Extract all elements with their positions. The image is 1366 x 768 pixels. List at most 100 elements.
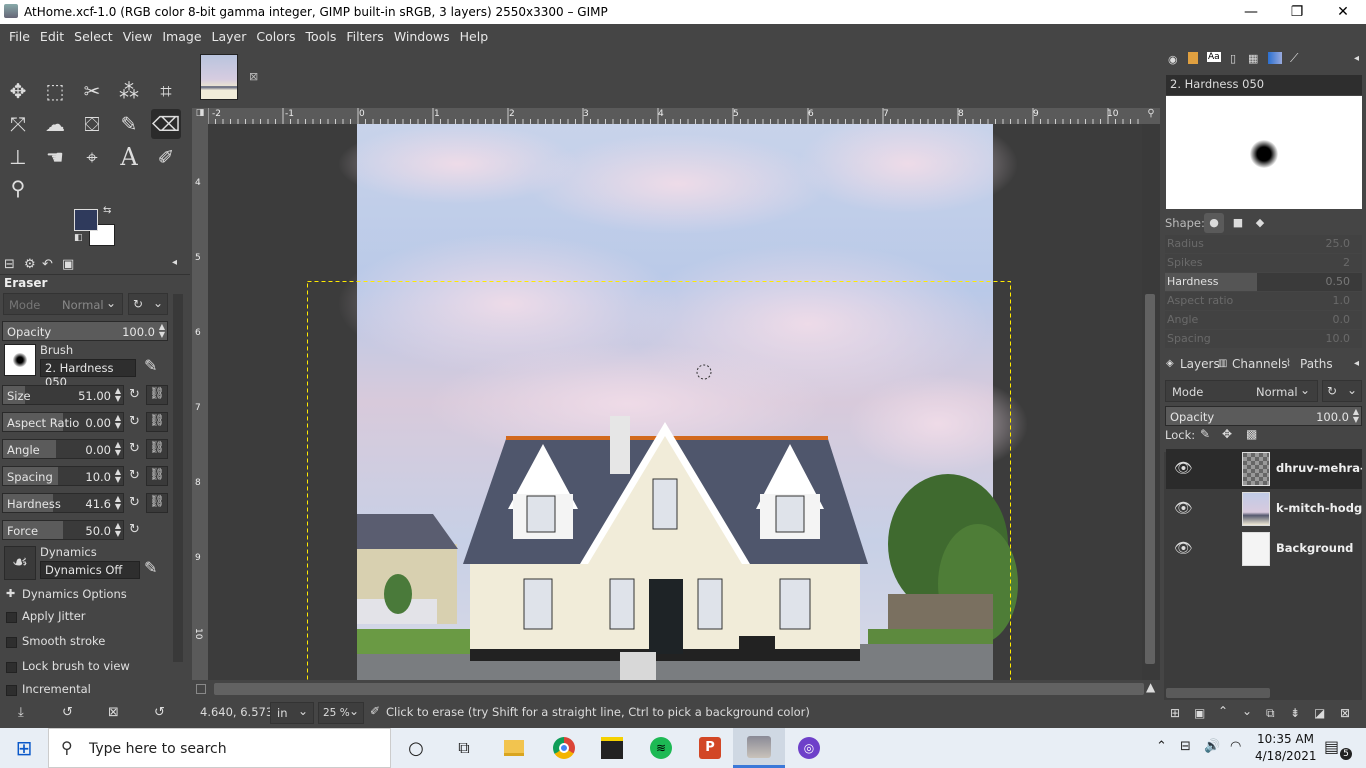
spin-icon[interactable]: ▲ ▼ [115, 441, 121, 457]
text-tool-icon[interactable]: A [114, 142, 144, 172]
layer-row[interactable]: 👁 Background [1166, 529, 1362, 569]
layer-mode-dropdown[interactable]: Mode Normal ⌄ [1165, 380, 1318, 402]
eye-visibility-icon[interactable]: 👁 [1174, 459, 1193, 477]
apply-jitter-checkbox[interactable] [6, 612, 17, 623]
link-angle-chain-icon[interactable]: ⛓ [146, 439, 168, 459]
layer-mode-reset-button[interactable]: ↻ ⌄ [1322, 380, 1362, 402]
spin-icon[interactable]: ▲ ▼ [115, 522, 121, 538]
circle-shape-icon[interactable]: ● [1204, 213, 1224, 233]
configure-tab-icon[interactable]: ◂ [1354, 358, 1359, 369]
tool-options-tab-icon[interactable]: ⊟ [4, 257, 15, 272]
square-shape-icon[interactable]: ■ [1228, 213, 1248, 233]
document-history-tab-icon[interactable]: ▯ [1230, 52, 1236, 65]
gimp-taskbar-button[interactable] [733, 728, 785, 768]
file-explorer-icon[interactable] [500, 734, 528, 762]
link-spacing-chain-icon[interactable]: ⛓ [146, 466, 168, 486]
default-colors-icon[interactable]: ◧ [74, 233, 83, 243]
layer-row[interactable]: 👁 k-mitch-hodge- [1166, 489, 1362, 529]
spacing-slider[interactable]: Spacing 10.0 ▲ ▼ [2, 466, 124, 486]
delete-options-icon[interactable]: ⊠ [108, 705, 119, 720]
mode-dropdown[interactable]: Mode Normal ⌄ [3, 293, 123, 315]
cortana-icon[interactable]: ○ [402, 734, 430, 762]
dynamics-field[interactable]: Dynamics Off [40, 561, 140, 579]
reset-hardness-icon[interactable]: ↻ [129, 495, 140, 510]
dynamics-preview-icon[interactable]: ☙ [4, 546, 36, 580]
menu-help[interactable]: Help [455, 29, 494, 44]
reset-mode-button[interactable]: ↻ ⌄ [128, 293, 168, 315]
brushes-tab-icon[interactable]: ◉ [1168, 53, 1178, 66]
reset-angle-icon[interactable]: ↻ [129, 441, 140, 456]
spotify-icon[interactable]: ≋ [647, 734, 675, 762]
close-button[interactable]: ✕ [1320, 0, 1366, 24]
link-aspect-chain-icon[interactable]: ⛓ [146, 412, 168, 432]
clock-date[interactable]: 4/18/2021 [1255, 749, 1317, 763]
unified-transform-tool-icon[interactable]: ⤧ [3, 109, 33, 139]
search-box[interactable]: ⚲ Type here to search [48, 728, 391, 768]
windows-start-icon[interactable]: ⊞ [10, 734, 38, 762]
maximize-button[interactable]: ❐ [1274, 0, 1320, 24]
menu-view[interactable]: View [118, 29, 158, 44]
raise-layer-icon[interactable]: ⌃ [1218, 704, 1228, 718]
zoom-dropdown[interactable]: 25 % ⌄ [318, 702, 364, 724]
angle-slider[interactable]: Angle 0.00 ▲ ▼ [2, 439, 124, 459]
lock-position-icon[interactable]: ✥ [1222, 427, 1232, 441]
menu-colors[interactable]: Colors [251, 29, 300, 44]
brush-preview[interactable] [4, 344, 36, 376]
undo-history-tab-icon[interactable]: ↶ [42, 257, 53, 272]
spin-icon[interactable]: ▲ ▼ [115, 468, 121, 484]
aspect-ratio-slider[interactable]: Aspect Ratio 0.00 ▲ ▼ [2, 412, 124, 432]
lower-layer-icon[interactable]: ⌄ [1242, 704, 1252, 718]
tab-channels[interactable]: ▥ Channels [1218, 356, 1288, 376]
image-canvas[interactable] [208, 124, 1142, 680]
chevron-up-icon[interactable]: ⌃ [1156, 739, 1167, 754]
tab-layers[interactable]: ◈ Layers [1166, 356, 1222, 376]
aspect-row[interactable]: Aspect ratio 1.0 [1165, 292, 1362, 310]
spin-icon[interactable]: ▲ ▼ [115, 495, 121, 511]
sticky-notes-icon[interactable] [598, 734, 626, 762]
radius-row[interactable]: Radius 25.0 [1165, 235, 1362, 253]
dynamics-options-expander[interactable]: Dynamics Options [22, 587, 127, 601]
brush-hardness-row[interactable]: Hardness 0.50 [1165, 273, 1362, 291]
paths-tool-icon[interactable]: ⌖ [77, 142, 107, 172]
reset-force-icon[interactable]: ↻ [129, 522, 140, 537]
menu-image[interactable]: Image [157, 29, 206, 44]
wifi-icon[interactable]: ◠ [1230, 739, 1241, 754]
images-tab-icon[interactable]: ▣ [62, 257, 74, 272]
scissors-tool-icon[interactable]: ✂ [77, 76, 107, 106]
task-view-icon[interactable]: ⧉ [450, 734, 478, 762]
menu-select[interactable]: Select [69, 29, 118, 44]
vertical-scrollbar[interactable] [1142, 124, 1160, 680]
opacity-slider[interactable]: Opacity 100.0 ▲ ▼ [2, 321, 168, 341]
save-options-icon[interactable]: ⤓ [18, 705, 24, 720]
smooth-stroke-checkbox[interactable] [6, 637, 17, 648]
size-slider[interactable]: Size 51.00 ▲ ▼ [2, 385, 124, 405]
layer-opacity-slider[interactable]: Opacity 100.0 ▲ ▼ [1165, 406, 1362, 426]
paintbrush-tool-icon[interactable]: ✎ [114, 109, 144, 139]
new-layer-group-icon[interactable]: ▣ [1194, 706, 1205, 720]
gradients-tab-icon[interactable] [1268, 52, 1282, 64]
spin-icon[interactable]: ▲ ▼ [159, 323, 165, 339]
patterns-tab-icon[interactable] [1188, 52, 1198, 64]
delete-layer-icon[interactable]: ⊠ [1340, 706, 1350, 720]
link-hardness-chain-icon[interactable]: ⛓ [146, 493, 168, 513]
lock-brush-checkbox[interactable] [6, 662, 17, 673]
incremental-checkbox[interactable] [6, 685, 17, 696]
minimize-button[interactable]: — [1228, 0, 1274, 24]
reset-size-icon[interactable]: ↻ [129, 387, 140, 402]
eye-visibility-icon[interactable]: 👁 [1174, 499, 1193, 517]
rect-select-tool-icon[interactable]: ⬚ [40, 76, 70, 106]
unit-dropdown[interactable]: in ⌄ [270, 702, 314, 724]
configure-tab-icon[interactable]: ◂ [172, 257, 177, 268]
close-tab-icon[interactable]: ⊠ [249, 70, 258, 83]
layers-scrollbar[interactable] [1164, 686, 1362, 700]
expand-icon[interactable]: ✚ [6, 587, 15, 600]
templates-tab-icon[interactable]: ▦ [1248, 52, 1258, 65]
link-size-chain-icon[interactable]: ⛓ [146, 385, 168, 405]
network-device-icon[interactable]: ⊟ [1180, 739, 1191, 754]
reset-aspect-icon[interactable]: ↻ [129, 414, 140, 429]
menu-tools[interactable]: Tools [301, 29, 342, 44]
menu-edit[interactable]: Edit [35, 29, 69, 44]
new-layer-icon[interactable]: ⊞ [1170, 706, 1180, 720]
configure-tab-icon[interactable]: ◂ [1354, 53, 1359, 64]
spin-icon[interactable]: ▲ ▼ [115, 414, 121, 430]
